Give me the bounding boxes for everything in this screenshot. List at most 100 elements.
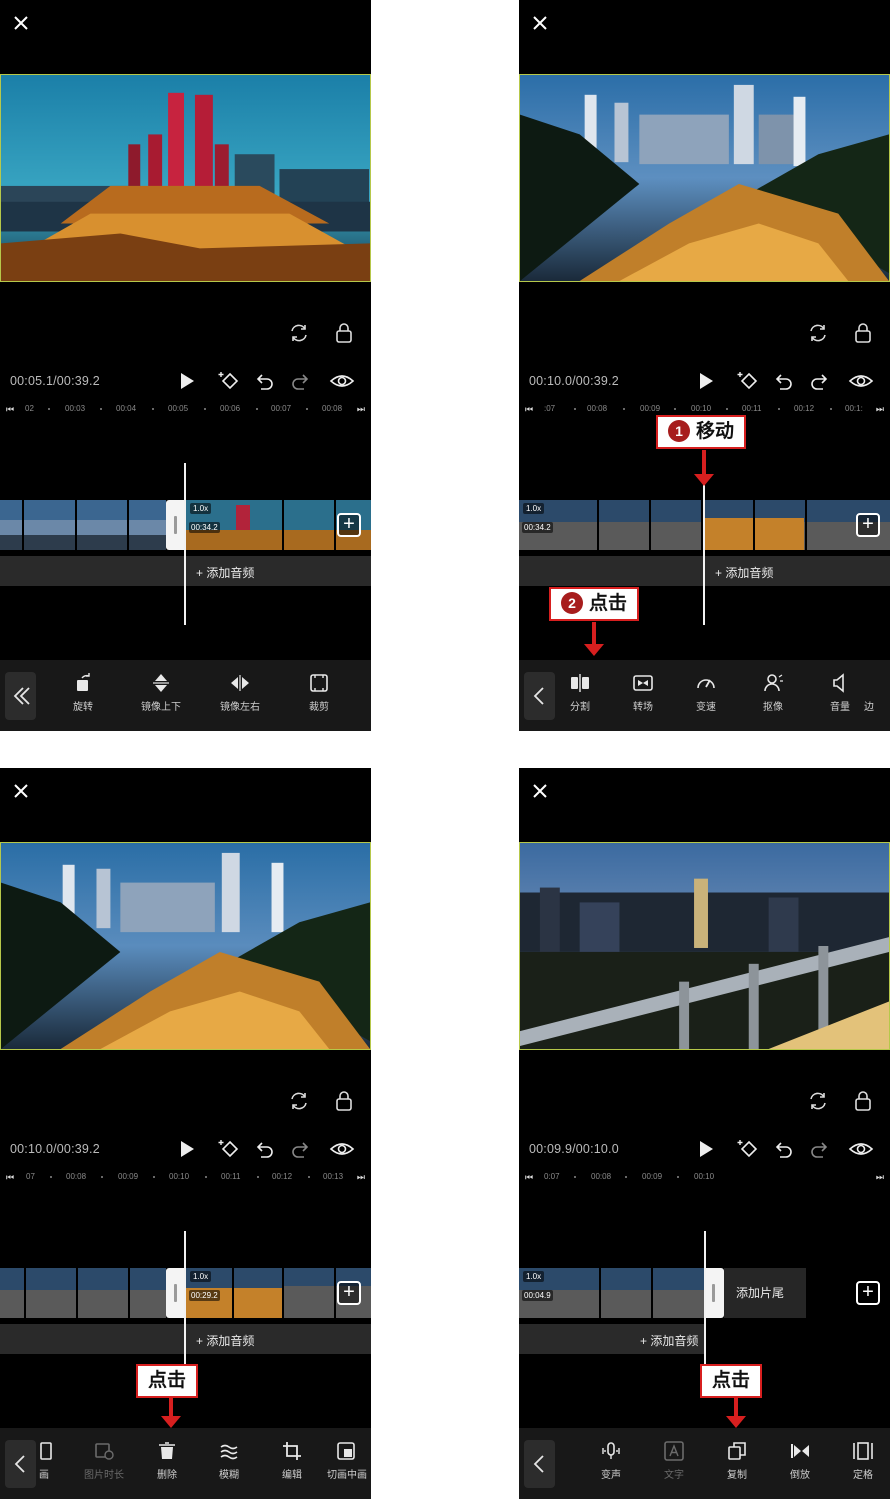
tool-label: 镜像左右 <box>220 702 260 713</box>
tool-volume[interactable]: 音量 <box>810 672 870 713</box>
add-audio-label[interactable]: + 添加音频 <box>196 1332 254 1349</box>
playback-time: 00:10.0/00:39.2 <box>10 1142 100 1156</box>
keyframe-icon[interactable] <box>737 369 761 393</box>
tool-flip-horizontal[interactable]: 镜像左右 <box>210 672 270 713</box>
redo-icon[interactable] <box>807 1137 831 1161</box>
play-icon[interactable] <box>174 1137 198 1161</box>
keyframe-icon[interactable] <box>737 1137 761 1161</box>
video-clip-previous[interactable] <box>0 500 166 550</box>
ruler-tick: 00:08 <box>66 1172 87 1181</box>
play-icon[interactable] <box>693 369 717 393</box>
clip-trim-handle[interactable] <box>166 1268 186 1318</box>
tool-image-duration[interactable]: 图片时长 <box>74 1440 134 1481</box>
eye-icon[interactable] <box>329 369 355 393</box>
lock-icon[interactable] <box>852 322 874 344</box>
undo-icon[interactable] <box>772 1137 796 1161</box>
tool-delete[interactable]: 删除 <box>137 1440 197 1481</box>
ruler-start-icon: ⏮ <box>6 404 15 414</box>
video-preview <box>519 74 890 282</box>
tool-label: 抠像 <box>763 702 783 713</box>
audio-track[interactable]: + 添加音频 <box>519 1324 704 1354</box>
redo-icon[interactable] <box>288 369 312 393</box>
tool-flip-vertical[interactable]: 镜像上下 <box>131 672 191 713</box>
clip-trim-handle[interactable] <box>704 1268 724 1318</box>
rotate-preview-icon[interactable] <box>288 322 310 344</box>
tool-blur[interactable]: 模糊 <box>199 1440 259 1481</box>
close-icon[interactable] <box>12 14 30 32</box>
undo-icon[interactable] <box>253 369 277 393</box>
collapse-back-button[interactable] <box>5 672 36 720</box>
ruler-tick: 02 <box>25 404 34 413</box>
split-icon <box>571 674 589 692</box>
back-button[interactable] <box>524 1440 555 1488</box>
callout-text: 点击 <box>712 1370 751 1391</box>
tool-cut-in[interactable]: 切画中画 <box>327 1440 371 1481</box>
copy-icon <box>728 1442 746 1460</box>
tool-label: 模糊 <box>219 1470 239 1481</box>
timeline-ruler[interactable]: ⏮ 02 00:03 00:04 00:05 00:06 00:07 00:08… <box>0 400 371 418</box>
add-clip-button[interactable]: + <box>337 513 361 537</box>
tool-copy[interactable]: 复制 <box>707 1440 767 1481</box>
ruler-end-icon: ⏭ <box>875 1172 884 1182</box>
tool-label: 变速 <box>696 702 716 713</box>
eye-icon[interactable] <box>848 1137 874 1161</box>
rotate-preview-icon[interactable] <box>807 322 829 344</box>
video-clip-selected[interactable]: 1.0x 00:04.9 <box>519 1268 704 1318</box>
tool-more[interactable]: 边 <box>864 672 890 713</box>
undo-icon[interactable] <box>772 369 796 393</box>
add-audio-label[interactable]: + 添加音频 <box>640 1332 698 1349</box>
add-clip-button[interactable]: + <box>856 1281 880 1305</box>
arrow-down-icon <box>726 1398 746 1428</box>
tool-text[interactable]: 文字 <box>644 1440 704 1481</box>
tool-voice-change[interactable]: 变声 <box>581 1440 641 1481</box>
tool-cutout[interactable]: 抠像 <box>743 672 803 713</box>
video-preview <box>0 842 371 1050</box>
close-icon[interactable] <box>531 14 549 32</box>
close-icon[interactable] <box>12 782 30 800</box>
tool-label: 边 <box>864 702 874 713</box>
lock-icon[interactable] <box>852 1090 874 1112</box>
tool-frame[interactable]: 画 <box>24 1440 64 1481</box>
playhead[interactable] <box>703 463 705 625</box>
ruler-tick: 00:11 <box>742 404 762 413</box>
ruler-tick: 00:09 <box>118 1172 139 1181</box>
timeline-ruler[interactable]: ⏮ 07 00:08 00:09 00:10 00:11 00:12 00:13… <box>0 1168 371 1186</box>
rotate-preview-icon[interactable] <box>288 1090 310 1112</box>
add-audio-label[interactable]: + 添加音频 <box>196 564 254 581</box>
tool-freeze[interactable]: 定格 <box>833 1440 890 1481</box>
playhead[interactable] <box>184 463 186 625</box>
tool-reverse[interactable]: 倒放 <box>770 1440 830 1481</box>
timeline-ruler[interactable]: ⏮ 0:07 00:08 00:09 00:10 ⏭ <box>519 1168 890 1186</box>
tool-transition[interactable]: 转场 <box>613 672 673 713</box>
ruler-tick: 00:12 <box>272 1172 293 1181</box>
rotate-preview-icon[interactable] <box>807 1090 829 1112</box>
step-number: 2 <box>561 592 583 614</box>
tool-speed[interactable]: 变速 <box>676 672 736 713</box>
eye-icon[interactable] <box>848 369 874 393</box>
redo-icon[interactable] <box>288 1137 312 1161</box>
step-number: 1 <box>668 420 690 442</box>
keyframe-icon[interactable] <box>218 369 242 393</box>
tool-crop[interactable]: 裁剪 <box>289 672 349 713</box>
ruler-tick: 00:12 <box>794 404 815 413</box>
lock-icon[interactable] <box>333 1090 355 1112</box>
video-clip-previous[interactable] <box>0 1268 166 1318</box>
tool-edit[interactable]: 编辑 <box>262 1440 322 1481</box>
lock-icon[interactable] <box>333 322 355 344</box>
redo-icon[interactable] <box>807 369 831 393</box>
close-icon[interactable] <box>531 782 549 800</box>
add-clip-button[interactable]: + <box>337 1281 361 1305</box>
keyframe-icon[interactable] <box>218 1137 242 1161</box>
add-tail-button[interactable]: 添加片尾 <box>724 1268 806 1318</box>
ruler-tick: 00:11 <box>221 1172 241 1181</box>
image-duration-icon <box>95 1443 114 1460</box>
play-icon[interactable] <box>174 369 198 393</box>
clip-trim-handle[interactable] <box>166 500 186 550</box>
add-clip-button[interactable]: + <box>856 513 880 537</box>
add-audio-label[interactable]: + 添加音频 <box>715 564 773 581</box>
eye-icon[interactable] <box>329 1137 355 1161</box>
tool-rotate[interactable]: 旋转 <box>53 672 113 713</box>
play-icon[interactable] <box>693 1137 717 1161</box>
undo-icon[interactable] <box>253 1137 277 1161</box>
tool-split[interactable]: 分割 <box>550 672 610 713</box>
